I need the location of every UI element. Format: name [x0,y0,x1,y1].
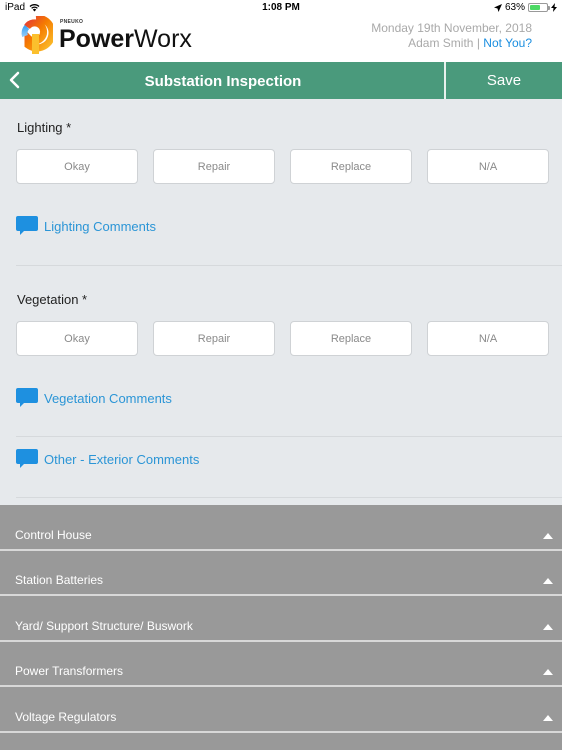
triangle-up-icon [543,578,553,584]
lighting-label: Lighting * [17,120,72,135]
battery-icon [528,3,550,12]
separator: | [476,36,480,50]
status-right: 63% [493,2,557,13]
vegetation-comments-link[interactable]: Vegetation Comments [16,388,172,408]
status-bar: iPad 1:08 PM 63% [0,0,562,16]
other-exterior-comments-label: Other - Exterior Comments [44,451,200,467]
triangle-up-icon [543,714,553,721]
triangle-up-icon [543,669,553,675]
vegetation-replace-button[interactable]: Replace [290,321,412,356]
vegetation-okay-button[interactable]: Okay [16,321,138,356]
lighting-na-button[interactable]: N/A [427,149,549,184]
accordion-label: Power Transformers [15,664,124,678]
battery-percent: 63% [504,2,525,13]
location-arrow-icon [493,3,502,12]
accordion-item-station-batteries[interactable]: Station Batteries [0,551,562,596]
page-title: Substation Inspection [144,73,302,90]
comment-bubble-icon [16,388,38,407]
vegetation-comments-label: Vegetation Comments [44,390,172,406]
battery-fill [530,5,541,10]
accordion-label: Control House [15,527,92,542]
comment-bubble-icon [16,449,38,468]
save-button[interactable]: Save [446,72,562,89]
lighting-replace-button[interactable]: Replace [290,149,412,184]
nav-bar: Substation Inspection Save [0,62,562,99]
vegetation-repair-button[interactable]: Repair [153,321,275,356]
section-divider [16,497,562,498]
triangle-up-icon [543,623,553,630]
user-info: Monday 19th November, 2018 Adam Smith | … [371,21,532,51]
app-header: PNEUKO PowerWorx Monday 19th November, 2… [0,16,562,62]
comment-bubble-icon [16,216,38,235]
accordion-item-control-house[interactable]: Control House [0,505,562,551]
logo-subtitle: PNEUKO [60,19,84,25]
vegetation-label: Vegetation * [17,292,88,307]
lighting-options: Okay Repair Replace N/A [16,149,549,184]
accordion-label: Voltage Regulators [15,709,117,724]
status-time: 1:08 PM [262,2,300,13]
powerworx-logo: PNEUKO PowerWorx [19,16,192,54]
lighting-comments-link[interactable]: Lighting Comments [16,216,156,236]
accordion-item-voltage-regulators[interactable]: Voltage Regulators [0,687,562,733]
other-exterior-comments-link[interactable]: Other - Exterior Comments [16,449,199,469]
lighting-repair-button[interactable]: Repair [153,149,275,184]
vegetation-options: Okay Repair Replace N/A [16,321,549,356]
accordion-label: Yard/ Support Structure/ Buswork [15,618,193,633]
lighting-comments-label: Lighting Comments [44,218,156,234]
not-you-link[interactable]: Not You? [483,36,532,50]
lighting-okay-button[interactable]: Okay [16,149,138,184]
section-divider [16,436,562,437]
charging-bolt-icon [551,3,557,12]
accordion-item-power-transformers[interactable]: Power Transformers [0,642,562,687]
user-name: Adam Smith [408,36,474,50]
accordion-label: Station Batteries [15,573,104,587]
category-accordion: Control House Station Batteries Yard/ Su… [0,505,562,750]
logo-wordmark: PowerWorx [59,25,192,53]
vegetation-na-button[interactable]: N/A [427,321,549,356]
logo-mark-icon [21,16,53,54]
current-date: Monday 19th November, 2018 [371,21,532,35]
section-divider [16,265,562,266]
triangle-up-icon [543,532,553,539]
accordion-item-yard-support[interactable]: Yard/ Support Structure/ Buswork [0,596,562,642]
